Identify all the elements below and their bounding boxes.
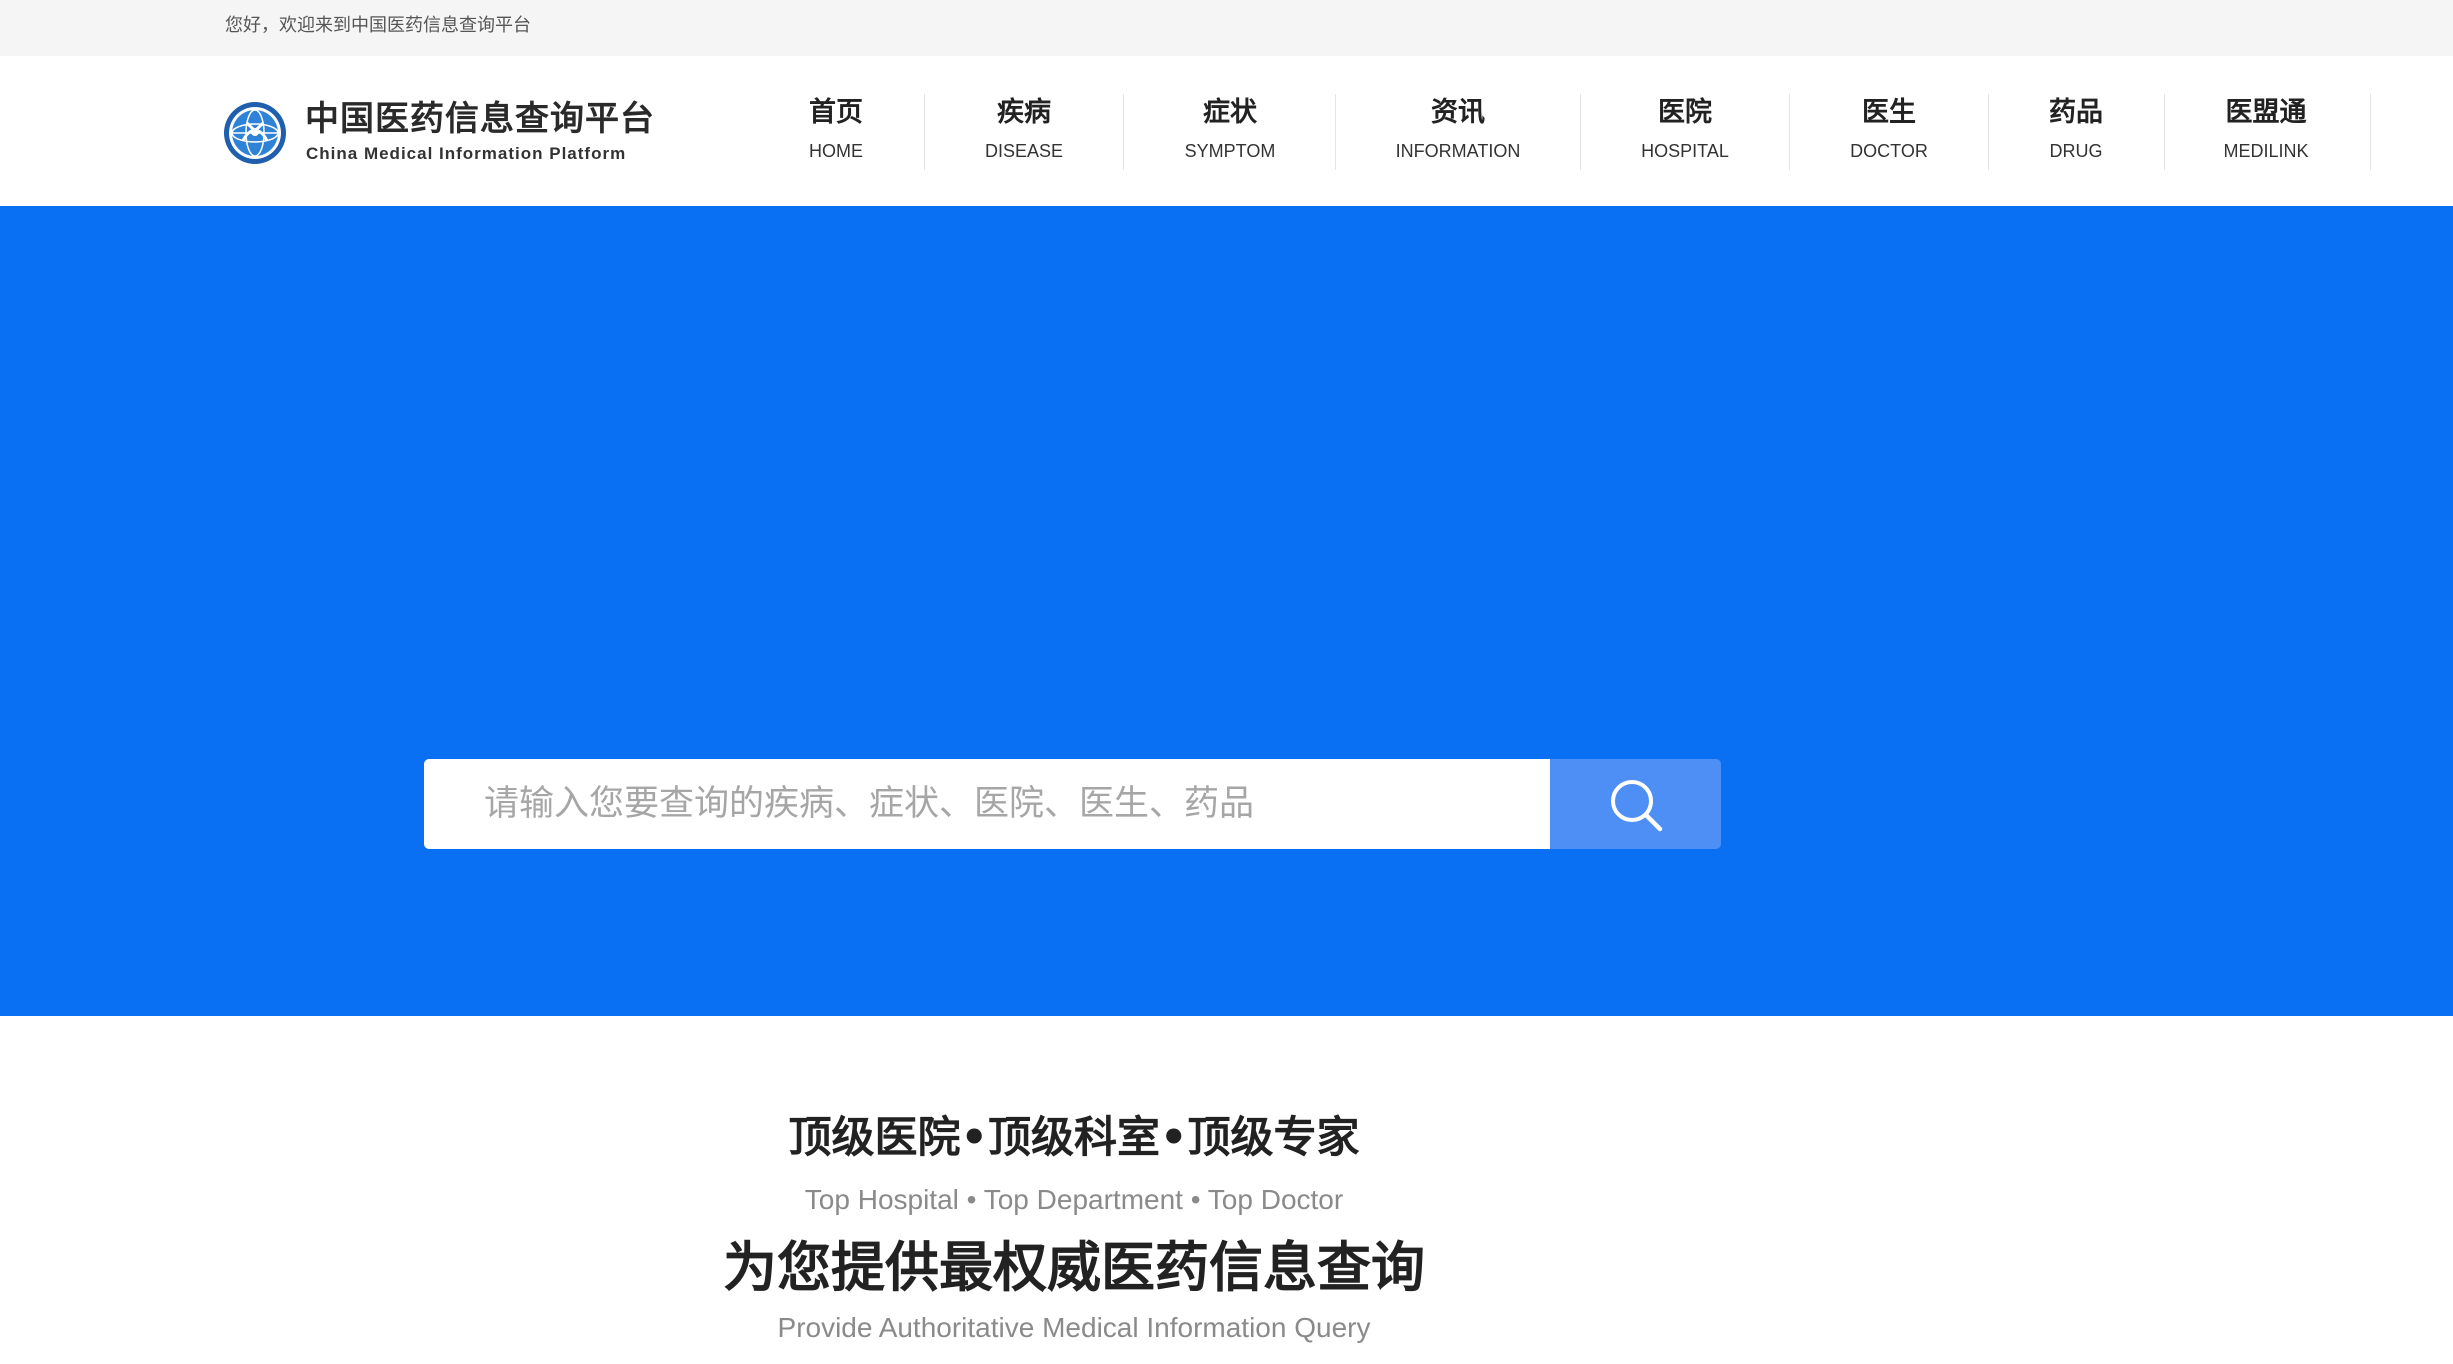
nav-symptom-label-cn: 症状: [1203, 97, 1257, 128]
mission-heading: 为您提供最权威医药信息查询: [723, 1236, 1425, 1299]
nav-home-label-cn: 首页: [809, 97, 863, 128]
nav-divider: [2370, 94, 2371, 170]
nav-hospital[interactable]: 医院 HOSPITAL: [1625, 92, 1745, 170]
nav-medilink-label-en: MEDILINK: [2223, 141, 2309, 161]
search-icon: [1611, 780, 1663, 832]
site-title: 中国医药信息查询平台: [305, 99, 655, 139]
nav-drug-label-en: DRUG: [2049, 141, 2103, 161]
nav-drug[interactable]: 药品 DRUG: [2026, 92, 2126, 170]
nav-symptom[interactable]: 症状 SYMPTOM: [1170, 92, 1290, 170]
nav-doctor-label-en: DOCTOR: [1850, 141, 1928, 161]
hero-banner: [0, 206, 2453, 1016]
medical-emblem-icon: [224, 102, 286, 164]
search-button[interactable]: [1550, 759, 1721, 849]
tagline-subheading: Top Hospital • Top Department • Top Doct…: [804, 1184, 1344, 1215]
tagline-heading: 顶级医院•顶级科室•顶级专家: [788, 1113, 1360, 1163]
welcome-text: 您好，欢迎来到中国医药信息查询平台: [225, 15, 531, 36]
nav-information-label-en: INFORMATION: [1395, 141, 1521, 161]
search-input[interactable]: [424, 759, 1550, 849]
welcome-bar: 您好，欢迎来到中国医药信息查询平台: [0, 0, 2453, 56]
nav-divider: [1123, 94, 1124, 170]
nav-divider: [1580, 94, 1581, 170]
nav-information-label-cn: 资讯: [1431, 97, 1485, 128]
nav-disease-label-en: DISEASE: [984, 141, 1064, 161]
nav-home[interactable]: 首页 HOME: [786, 92, 886, 170]
nav-medilink-label-cn: 医盟通: [2225, 97, 2307, 128]
nav-doctor-label-cn: 医生: [1862, 97, 1916, 128]
nav-medilink[interactable]: 医盟通 MEDILINK: [2206, 92, 2326, 170]
nav-divider: [2164, 94, 2165, 170]
search-box: [424, 759, 1550, 849]
nav-home-label-en: HOME: [809, 141, 863, 161]
nav-divider: [1789, 94, 1790, 170]
nav-drug-label-cn: 药品: [2049, 97, 2103, 128]
nav-disease-label-cn: 疾病: [997, 97, 1051, 128]
nav-hospital-label-en: HOSPITAL: [1641, 141, 1729, 161]
site-logo[interactable]: 中国医药信息查询平台 China Medical Information Pla…: [223, 99, 654, 169]
nav-divider: [1988, 94, 1989, 170]
mission-subheading: Provide Authoritative Medical Informatio…: [777, 1312, 1371, 1343]
site-header: 中国医药信息查询平台 China Medical Information Pla…: [0, 56, 2453, 206]
site-subtitle: China Medical Information Platform: [306, 144, 627, 163]
nav-doctor[interactable]: 医生 DOCTOR: [1829, 92, 1949, 170]
nav-symptom-label-en: SYMPTOM: [1184, 141, 1276, 161]
nav-disease[interactable]: 疾病 DISEASE: [964, 92, 1084, 170]
nav-hospital-label-cn: 医院: [1658, 97, 1712, 128]
nav-information[interactable]: 资讯 INFORMATION: [1378, 92, 1538, 170]
nav-divider: [1335, 94, 1336, 170]
nav-divider: [924, 94, 925, 170]
